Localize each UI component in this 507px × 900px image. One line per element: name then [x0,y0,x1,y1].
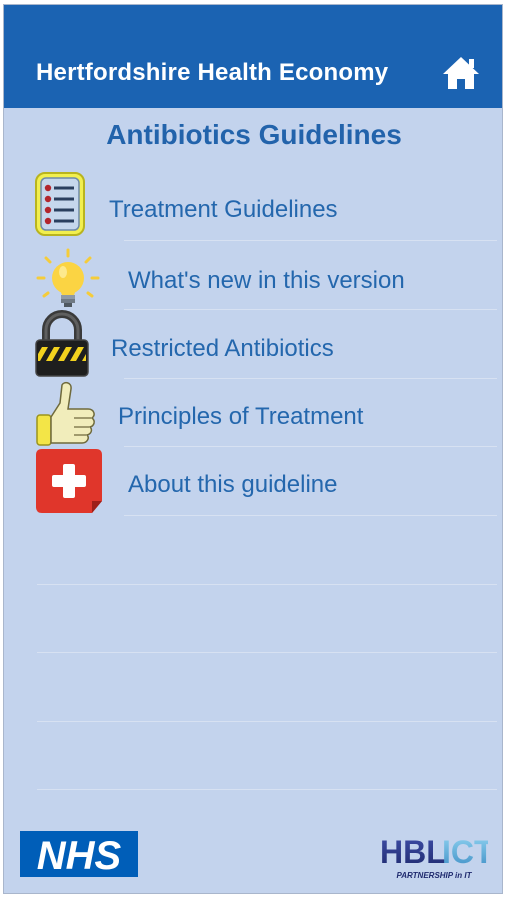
divider [37,652,497,653]
divider [37,584,497,585]
page-title: Antibiotics Guidelines [106,119,402,150]
menu-item-label: What's new in this version [128,267,405,294]
menu-item-treatment-guidelines[interactable]: Treatment Guidelines [4,171,502,239]
menu-item-label: Principles of Treatment [118,403,364,430]
app-screen: Hertfordshire Health Economy Antibiotics… [3,4,503,894]
thumbs-up-icon [36,381,95,446]
home-button[interactable] [441,55,481,91]
header-title: Hertfordshire Health Economy [36,59,389,86]
divider [124,240,497,241]
first-aid-icon [36,449,102,513]
menu-item-principles-of-treatment[interactable]: Principles of Treatment [4,379,502,447]
nhs-logo-text: NHS [37,834,122,877]
menu-item-label: Treatment Guidelines [109,196,338,223]
divider [124,515,497,516]
padlock-icon [35,310,89,377]
menu-item-about-this-guideline[interactable]: About this guideline [4,447,502,515]
menu-item-label: Restricted Antibiotics [111,335,334,362]
home-icon [443,57,479,89]
menu-item-restricted-antibiotics[interactable]: Restricted Antibiotics [4,310,502,378]
nhs-logo: NHS [20,831,138,877]
menu-item-whats-new[interactable]: What's new in this version [4,244,502,312]
hbl-ict-logo: HBL ICT PARTNERSHIP in IT [380,834,488,880]
divider [37,789,497,790]
svg-text:HBL: HBL [380,834,446,870]
lightbulb-icon [36,248,100,307]
header-bar: Hertfordshire Health Economy [4,5,502,108]
checklist-icon [35,172,85,236]
menu-item-label: About this guideline [128,471,338,498]
divider [37,721,497,722]
partner-tagline: PARTNERSHIP in IT [397,871,473,880]
svg-text:ICT: ICT [442,834,488,870]
